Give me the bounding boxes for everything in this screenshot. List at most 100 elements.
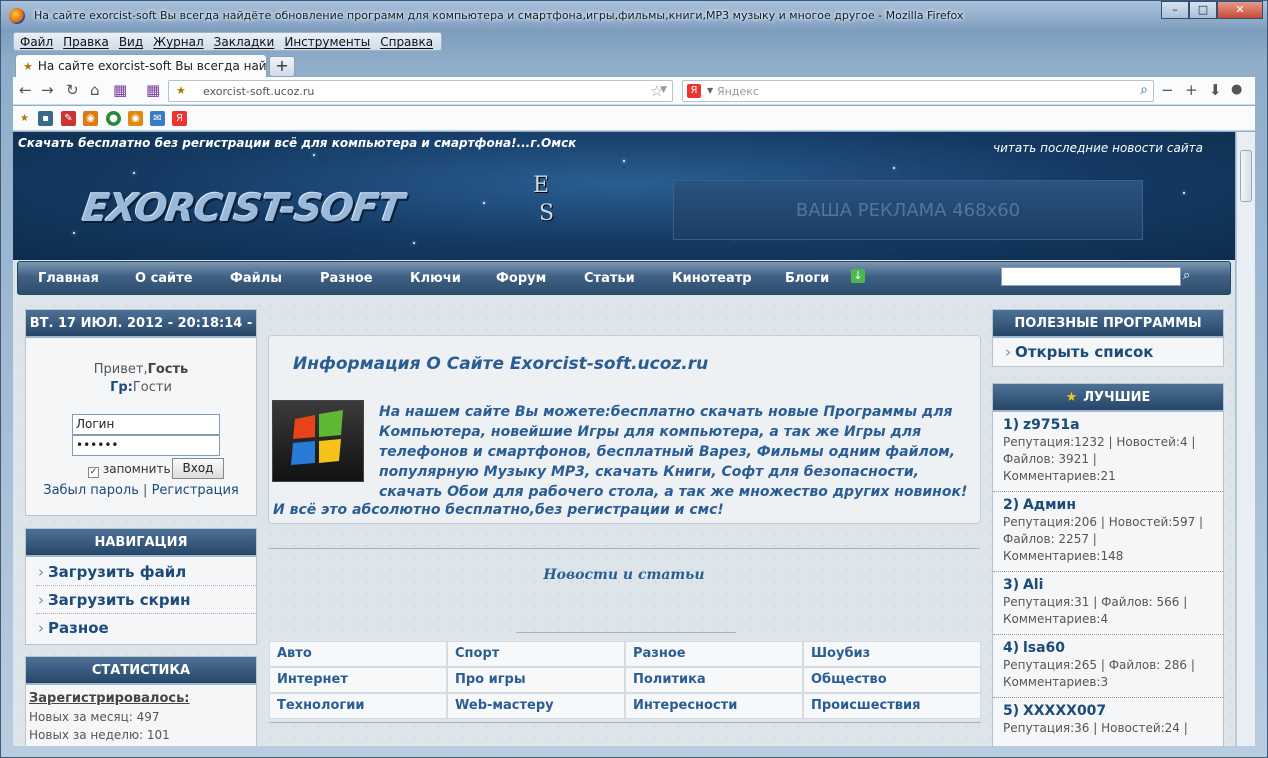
search-icon[interactable]: ⌕ (1140, 82, 1148, 98)
tab-strip: ★ На сайте exorcist-soft Вы всегда найд.… (15, 54, 295, 77)
bookmark-globe-icon[interactable]: ● (106, 111, 121, 126)
star-decoration (413, 242, 415, 244)
nav-home[interactable]: Главная (38, 271, 99, 286)
menu-bookmarks[interactable]: Закладки (210, 33, 281, 50)
nav-upload-file[interactable]: Загрузить файл (36, 558, 256, 586)
nav-misc-link[interactable]: Разное (36, 614, 256, 642)
useful-list: Открыть список (993, 338, 1223, 366)
category-internet[interactable]: Интернет (269, 667, 447, 693)
bookmark-site-icon[interactable]: ★ (17, 111, 32, 126)
site-search-input[interactable] (1001, 267, 1181, 286)
nav-blogs[interactable]: Блоги (785, 271, 829, 286)
zoom-out-icon[interactable]: − (1161, 81, 1174, 99)
best-user-link[interactable]: z9751a (1023, 417, 1080, 433)
login-button[interactable]: Вход (172, 458, 224, 479)
nav-forum[interactable]: Форум (496, 271, 546, 286)
latest-news-link[interactable]: читать последние новости сайта (993, 141, 1203, 155)
site-identity-icon[interactable]: ★ (176, 84, 186, 97)
menu-help[interactable]: Справка (376, 33, 439, 50)
category-incidents[interactable]: Происшествия (803, 693, 981, 719)
ad-banner[interactable]: ВАША РЕКЛАМА 468x60 (673, 180, 1143, 240)
rss-icon[interactable]: ◉ (128, 111, 143, 126)
nav-keys[interactable]: Ключи (410, 271, 461, 286)
logo-mark: E S (533, 172, 554, 228)
category-politics[interactable]: Политика (625, 667, 803, 693)
download-arrow-icon[interactable]: ⬇ (1209, 81, 1222, 99)
menu-file[interactable]: Файл (16, 33, 59, 50)
forgot-password-link[interactable]: Забыл пароль (43, 483, 139, 498)
close-button[interactable]: ✕ (1217, 1, 1263, 19)
maximize-button[interactable]: □ (1189, 1, 1217, 19)
nav-upload-screenshot[interactable]: Загрузить скрин (36, 586, 256, 614)
best-users-block: ★ ЛУЧШИЕ 1) z9751a Репутация:1232 | Новос… (992, 383, 1224, 746)
remember-checkbox[interactable]: ✓ (88, 467, 99, 478)
home-icon[interactable]: ⌂ (90, 81, 100, 99)
title-bar: На сайте exorcist-soft Вы всегда найдёте… (1, 1, 1267, 31)
category-showbiz[interactable]: Шоубиз (803, 641, 981, 667)
reload-icon[interactable]: ↻ (66, 81, 79, 99)
password-input[interactable]: •••••• (72, 435, 220, 456)
menu-view[interactable]: Вид (115, 33, 149, 50)
best-user-link[interactable]: XXXXX007 (1023, 703, 1106, 719)
category-society[interactable]: Общество (803, 667, 981, 693)
category-auto[interactable]: Авто (269, 641, 447, 667)
category-games[interactable]: Про игры (447, 667, 625, 693)
open-list-link[interactable]: Открыть список (1003, 338, 1223, 366)
search-box[interactable]: Я ▼ Яндекс ⌕ (682, 80, 1154, 102)
address-url: exorcist-soft.ucoz.ru (203, 85, 315, 98)
minimize-button[interactable]: – (1161, 1, 1189, 19)
bookmark-feed-icon[interactable]: ◉ (83, 111, 98, 126)
site-logo[interactable]: EXORCIST-SOFT (80, 186, 406, 230)
best-user-link[interactable]: lsa60 (1023, 640, 1065, 656)
mail-icon[interactable]: ✉ (150, 111, 165, 126)
chevron-down-icon[interactable]: ▼ (660, 85, 667, 95)
best-user-link[interactable]: Админ (1023, 497, 1076, 513)
star-decoration (313, 154, 315, 156)
firefox-icon[interactable] (9, 8, 25, 24)
yandex-logo-icon[interactable]: Я (687, 84, 701, 98)
search-icon[interactable]: ⌕ (1183, 268, 1201, 286)
best-rank: 5) (1003, 703, 1020, 719)
category-sport[interactable]: Спорт (447, 641, 625, 667)
best-user-stats: Репутация:31 | Файлов: 566 | Комментарие… (1003, 595, 1188, 626)
apps-grid-2-icon[interactable]: ▦ (146, 81, 160, 99)
nav-misc[interactable]: Разное (320, 271, 373, 286)
vertical-scrollbar[interactable] (1236, 132, 1255, 746)
yandex-icon[interactable]: Я (172, 111, 187, 126)
menu-edit[interactable]: Правка (59, 33, 115, 50)
nav-files[interactable]: Файлы (230, 271, 282, 286)
tab-active[interactable]: ★ На сайте exorcist-soft Вы всегда найд.… (15, 54, 267, 77)
stat-week: Новых за неделю: 101 (29, 728, 170, 742)
page-viewport: Скачать бесплатно без регистрации всё дл… (13, 132, 1235, 746)
nav-articles[interactable]: Статьи (584, 271, 635, 286)
register-link[interactable]: Регистрация (152, 483, 239, 498)
address-bar[interactable]: ★ exorcist-soft.ucoz.ru ☆ ▼ (168, 80, 673, 102)
category-interesting[interactable]: Интересности (625, 693, 803, 719)
category-technology[interactable]: Технологии (269, 693, 447, 719)
best-user-stats: Репутация:206 | Новостей:597 | Файлов: 2… (1003, 515, 1204, 563)
adblock-icon[interactable]: ● (1231, 81, 1242, 99)
apps-grid-icon[interactable]: ▦ (113, 81, 127, 99)
nav-cinema[interactable]: Кинотеатр (672, 271, 752, 286)
bookmark-pen-icon[interactable]: ✎ (61, 111, 76, 126)
scrollbar-thumb[interactable] (1240, 150, 1252, 202)
category-misc[interactable]: Разное (625, 641, 803, 667)
menu-history[interactable]: Журнал (149, 33, 210, 50)
chevron-down-icon[interactable]: ▼ (707, 86, 713, 95)
login-input[interactable]: Логин (72, 414, 220, 435)
back-arrow-icon[interactable]: ← (19, 81, 32, 99)
remember-row: ✓ запомнить (88, 462, 171, 478)
info-footer-text: И всё это абсолютно бесплатно,без регист… (273, 502, 724, 518)
best-user-link[interactable]: Ali (1023, 577, 1043, 593)
new-tab-button[interactable]: + (269, 56, 295, 77)
download-icon[interactable]: ↓ (851, 269, 865, 283)
forward-arrow-icon[interactable]: → (41, 81, 54, 99)
best-rank: 2) (1003, 497, 1020, 513)
tab-label: На сайте exorcist-soft Вы всегда найд... (37, 59, 267, 73)
menu-tools[interactable]: Инструменты (280, 33, 376, 50)
category-webmaster[interactable]: Web-мастеру (447, 693, 625, 719)
nav-about[interactable]: О сайте (135, 271, 193, 286)
bookmark-star-icon[interactable]: ☆ (650, 82, 663, 100)
zoom-in-icon[interactable]: + (1185, 81, 1198, 99)
bookmark-window-icon[interactable]: ▪ (38, 111, 53, 126)
